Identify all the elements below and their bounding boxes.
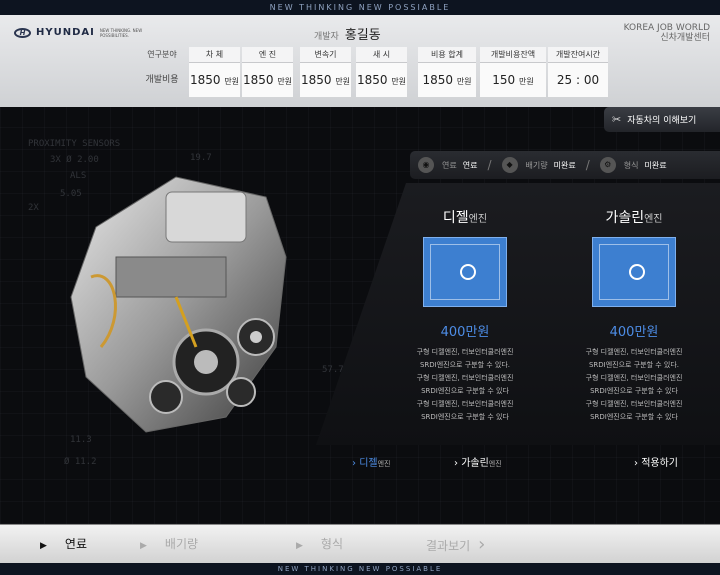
summary-header: 비용 합계 [418, 47, 476, 63]
summary-unit: 만원 [456, 77, 472, 86]
cost-unit: 만원 [277, 77, 293, 86]
bottom-tagline: NEW THINKING NEW POSSIABLE [277, 565, 443, 573]
summary-header: 개발비용잔액 [480, 47, 546, 63]
play-icon: ▶ [140, 541, 147, 551]
summary-balance: 개발비용잔액 150 만원 [480, 47, 546, 97]
option-title: 가솔린엔진 [605, 210, 663, 226]
option-title: 디젤엔진 [442, 210, 488, 226]
cost-value: 1850 [242, 73, 274, 87]
step-fuel[interactable]: ▶ 연료 [40, 525, 87, 564]
option-diesel[interactable]: 디젤엔진 400만원 구형 디젤엔진, 터보인터쿨러엔진 SRDI엔진으로 구분할… [390, 207, 540, 424]
option-desc: 구형 디젤엔진, 터보인터쿨러엔진 SRDI엔진으로 구분할 수 있다. 구형 디젤… [416, 348, 514, 421]
cost-header: 엔 진 [242, 47, 293, 63]
status-fuel-value: 연료 [462, 160, 478, 170]
step-result[interactable]: 결과보기 › [426, 525, 485, 564]
tools-icon: ✂ [612, 113, 622, 126]
step-type[interactable]: ▶ 형식 [296, 525, 343, 564]
main-area: PROXIMITY SENSORS 3X Ø 2.00 ALS 5.05 2X … [0, 107, 720, 524]
engine-options-panel: 디젤엔진 400만원 구형 디젤엔진, 터보인터쿨러엔진 SRDI엔진으로 구분할… [316, 183, 720, 445]
cost-cell-chassis: 새 시 1850 만원 [356, 47, 407, 97]
cost-header: 차 체 [189, 47, 240, 63]
chevron-right-icon: › [478, 534, 486, 555]
option-desc: 구형 디젤엔진, 터보인터쿨러엔진 SRDI엔진으로 구분할 수 있다. 구형 디젤… [585, 348, 683, 421]
apply-button[interactable]: › 적용하기 [634, 454, 678, 469]
center-line1: KOREA JOB WORLD [623, 23, 710, 33]
cost-unit: 만원 [224, 77, 240, 86]
summary-unit: 만원 [519, 77, 534, 86]
summary-value: 25 : 00 [556, 73, 600, 87]
option-price: 400만원 [609, 325, 659, 340]
fuel-icon: ◉ [418, 157, 434, 173]
diesel-engine-thumbnail [423, 237, 507, 307]
blueprint-label: 2X [28, 203, 39, 213]
row-label-top: 연구분야 [147, 50, 177, 59]
blueprint-label: Ø 11.2 [64, 457, 97, 467]
selection-status-bar: ◉ 연료 연료 / ◆ 배기량 미완료 / ⚙ 형식 미완료 [410, 151, 720, 179]
status-type-value: 미완료 [644, 160, 667, 170]
play-icon: ▶ [40, 541, 47, 551]
status-disp-value: 미완료 [553, 160, 576, 170]
cost-value: 1850 [189, 73, 221, 87]
developer-label: 개발자 [314, 32, 339, 42]
hyundai-logo-icon: H [14, 27, 31, 38]
play-icon: ▶ [296, 541, 303, 551]
summary-value: 150 [492, 73, 516, 87]
divider: / [585, 158, 590, 172]
cost-value: 1850 [356, 73, 388, 87]
step-displacement[interactable]: ▶ 배기량 [140, 525, 198, 564]
select-diesel-button[interactable]: › 디젤엔진 [352, 454, 390, 469]
learn-car-label: 자동차의 이해보기 [627, 116, 697, 126]
cost-cell-transmission: 변속기 1850 만원 [300, 47, 351, 97]
cost-header: 새 시 [356, 47, 407, 63]
option-gasoline[interactable]: 가솔린엔진 400만원 구형 디젤엔진, 터보인터쿨러엔진 SRDI엔진으로 구분… [559, 207, 709, 424]
gasoline-engine-thumbnail [592, 237, 676, 307]
developer-name: 홍길동 [344, 28, 381, 43]
option-price: 400만원 [440, 325, 490, 340]
cost-value: 1850 [300, 73, 332, 87]
status-type-label: 형식 [623, 160, 639, 170]
bottom-tagline-bar: NEW THINKING NEW POSSIABLE [0, 563, 720, 575]
step-navigation: ▶ 연료 ▶ 배기량 ▶ 형식 결과보기 › [0, 524, 720, 563]
option-actions: › 디젤엔진 › 가솔린엔진 › 적용하기 [316, 443, 720, 479]
top-tagline-bar: NEW THINKING NEW POSSIABLE [0, 0, 720, 15]
cost-unit: 만원 [335, 77, 351, 86]
brand-logo: H HYUNDAI NEW THINKING. NEW POSSIBILITIE… [14, 27, 144, 38]
status-disp-label: 배기량 [525, 160, 548, 170]
summary-total: 비용 합계 1850 만원 [418, 47, 476, 97]
summary-header: 개발잔여시간 [548, 47, 608, 63]
top-tagline: NEW THINKING NEW POSSIABLE [269, 3, 451, 12]
center-line2: 신차개발센터 [660, 33, 710, 43]
brand-name: HYUNDAI [36, 27, 95, 38]
header: H HYUNDAI NEW THINKING. NEW POSSIBILITIE… [0, 15, 720, 107]
cost-cell-body: 차 체 1850 만원 [189, 47, 240, 97]
developer: 개발자 홍길동 [314, 24, 381, 43]
cost-header: 변속기 [300, 47, 351, 63]
summary-value: 1850 [422, 73, 453, 87]
summary-time: 개발잔여시간 25 : 00 [548, 47, 608, 97]
select-gasoline-button[interactable]: › 가솔린엔진 [454, 454, 502, 469]
engine-image [70, 176, 287, 433]
type-icon: ⚙ [599, 157, 616, 173]
divider: / [487, 158, 492, 172]
displacement-icon: ◆ [501, 157, 518, 173]
center-title: KOREA JOB WORLD 신차개발센터 [624, 23, 710, 43]
cost-cell-engine: 엔 진 1850 만원 [242, 47, 293, 97]
learn-car-button[interactable]: ✂ 자동차의 이해보기 [604, 107, 720, 132]
cost-row-labels: 연구분야 개발비용 [136, 47, 188, 97]
row-label-bottom: 개발비용 [145, 75, 179, 85]
status-fuel-label: 연료 [442, 160, 457, 170]
cost-unit: 만원 [391, 77, 407, 86]
brand-sub: NEW THINKING. NEW POSSIBILITIES. [99, 27, 143, 38]
